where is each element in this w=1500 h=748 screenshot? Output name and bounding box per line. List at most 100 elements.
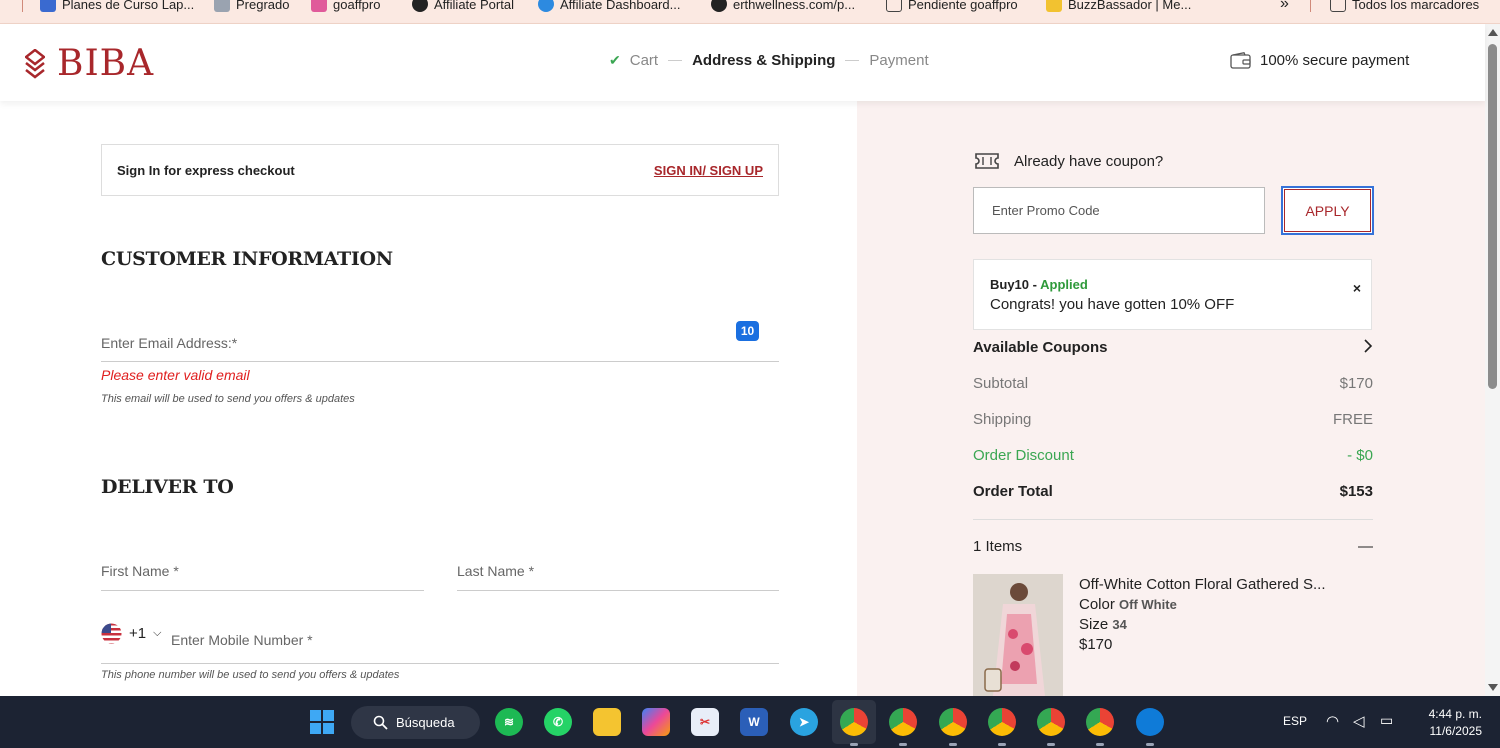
all-bookmarks-button[interactable]: Todos los marcadores	[1330, 0, 1479, 12]
extension-icon[interactable]: 10	[736, 321, 759, 341]
order-summary: Already have coupon? APPLY Buy10 - Appli…	[857, 101, 1485, 696]
bee-icon	[1046, 0, 1062, 12]
ticket-icon	[975, 153, 999, 169]
applied-coupon-card: Buy10 - Applied Congrats! you have gotte…	[973, 259, 1372, 330]
mobile-input[interactable]	[171, 625, 771, 655]
chrome-icon[interactable]	[840, 708, 868, 736]
bookmark-item[interactable]: Planes de Curso Lap...	[40, 0, 194, 12]
running-indicator	[998, 743, 1006, 746]
telegram-icon[interactable]: ➤	[790, 708, 818, 736]
last-name-input[interactable]	[457, 552, 779, 590]
snipping-tool-icon[interactable]: ✂	[691, 708, 719, 736]
word-icon[interactable]: W	[740, 708, 768, 736]
more-bookmarks-button[interactable]: »	[1280, 0, 1289, 13]
collapse-icon: —	[1358, 538, 1373, 555]
promo-code-input[interactable]	[974, 188, 1264, 233]
coupon-header: Already have coupon?	[974, 151, 1163, 171]
search-icon	[373, 715, 388, 730]
signin-link[interactable]: SIGN IN/ SIGN UP	[654, 163, 763, 178]
chrome-profile-icon[interactable]	[1037, 708, 1065, 736]
chrome-profile-icon[interactable]	[939, 708, 967, 736]
running-indicator	[1096, 743, 1104, 746]
language-indicator[interactable]: ESP	[1283, 714, 1307, 728]
subtotal-row: Subtotal $170	[973, 375, 1373, 392]
bookmark-item[interactable]: Affiliate Dashboard...	[538, 0, 680, 12]
taskbar-search[interactable]: Búsqueda	[351, 706, 480, 739]
bookmarks-separator	[22, 0, 23, 12]
biba-logo-icon	[25, 48, 45, 79]
bookmark-item[interactable]: Pendiente goaffpro	[886, 0, 1018, 12]
bookmarks-separator	[1310, 0, 1311, 12]
last-name-field[interactable]	[457, 552, 779, 591]
scroll-up-arrow[interactable]	[1488, 29, 1498, 36]
site-header: BIBA ✔ Cart Address & Shipping Payment 1…	[0, 24, 1485, 101]
bookmark-item[interactable]: Affiliate Portal	[412, 0, 514, 12]
promo-code-field[interactable]	[973, 187, 1265, 234]
bookmark-item[interactable]: BuzzBassador | Me...	[1046, 0, 1191, 12]
file-explorer-icon[interactable]	[593, 708, 621, 736]
chrome-profile-icon[interactable]	[889, 708, 917, 736]
applied-message: Congrats! you have gotten 10% OFF	[990, 296, 1235, 313]
running-indicator	[899, 743, 907, 746]
shop-icon	[311, 0, 327, 12]
bookmark-item[interactable]: goaffpro	[311, 0, 380, 12]
wifi-icon[interactable]: ◠	[1326, 712, 1339, 730]
folder-icon	[886, 0, 902, 12]
chevron-down-icon: ⌵	[153, 627, 162, 639]
step-address: Address & Shipping	[692, 52, 836, 69]
country-code-select[interactable]: +1 ⌵	[101, 623, 161, 644]
customer-info-title: CUSTOMER INFORMATION	[101, 248, 393, 270]
discount-row: Order Discount - $0	[973, 447, 1373, 464]
volume-icon[interactable]: ◁	[1353, 712, 1365, 730]
battery-icon[interactable]: ▭	[1380, 712, 1393, 729]
chrome-profile-icon[interactable]	[988, 708, 1016, 736]
page-scrollbar[interactable]	[1485, 24, 1500, 696]
first-name-input[interactable]	[101, 552, 424, 590]
country-code: +1	[129, 625, 147, 642]
items-row[interactable]: 1 Items —	[973, 538, 1373, 555]
product-image[interactable]	[973, 574, 1063, 696]
remove-coupon-button[interactable]: ×	[1353, 280, 1361, 296]
step-divider	[668, 60, 683, 61]
chrome-profile-icon[interactable]	[1086, 708, 1114, 736]
copilot-icon[interactable]	[642, 708, 670, 736]
email-field[interactable]	[101, 324, 779, 362]
first-name-field[interactable]	[101, 552, 424, 591]
mobile-hint: This phone number will be used to send y…	[101, 669, 400, 681]
windows-start-icon[interactable]	[308, 708, 336, 736]
brand-name: BIBA	[57, 43, 155, 84]
step-payment: Payment	[869, 52, 929, 69]
applied-status: Applied	[1040, 277, 1088, 292]
product-name[interactable]: Off-White Cotton Floral Gathered S...	[1079, 575, 1326, 595]
available-coupons-row[interactable]: Available Coupons	[973, 338, 1373, 356]
shipping-row: Shipping FREE	[973, 411, 1373, 428]
running-indicator	[1146, 743, 1154, 746]
edge-icon[interactable]	[1136, 708, 1164, 736]
globe-icon	[538, 0, 554, 12]
running-indicator	[949, 743, 957, 746]
bookmark-item[interactable]: Pregrado	[214, 0, 289, 12]
us-flag-icon	[101, 623, 122, 644]
spotify-icon[interactable]: ≋	[495, 708, 523, 736]
scroll-thumb[interactable]	[1488, 44, 1497, 389]
step-divider	[845, 60, 860, 61]
wiki-icon	[40, 0, 56, 12]
checkout-form: Sign In for express checkout SIGN IN/ SI…	[0, 101, 857, 696]
mobile-input-wrap[interactable]	[171, 625, 771, 655]
email-input[interactable]	[101, 324, 779, 361]
signin-text: Sign In for express checkout	[117, 162, 295, 178]
running-indicator	[1047, 743, 1055, 746]
product-price: $170	[1079, 636, 1113, 653]
page-icon	[214, 0, 230, 12]
apply-button[interactable]: APPLY	[1281, 186, 1374, 235]
windows-taskbar: Búsqueda ≋ ✆ ✂ W ➤ ESP ◠ ◁ ▭ 4:44 p. m. …	[0, 696, 1500, 748]
system-clock[interactable]: 4:44 p. m. 11/6/2025	[1412, 706, 1482, 740]
step-cart[interactable]: Cart	[630, 52, 658, 69]
brand-logo[interactable]: BIBA	[25, 43, 154, 84]
running-indicator	[850, 743, 858, 746]
whatsapp-icon[interactable]: ✆	[544, 708, 572, 736]
product-info: Off-White Cotton Floral Gathered S... Co…	[1079, 575, 1326, 655]
bookmark-item[interactable]: erthwellness.com/p...	[711, 0, 855, 12]
wallet-icon	[1230, 52, 1251, 69]
scroll-down-arrow[interactable]	[1488, 684, 1498, 691]
